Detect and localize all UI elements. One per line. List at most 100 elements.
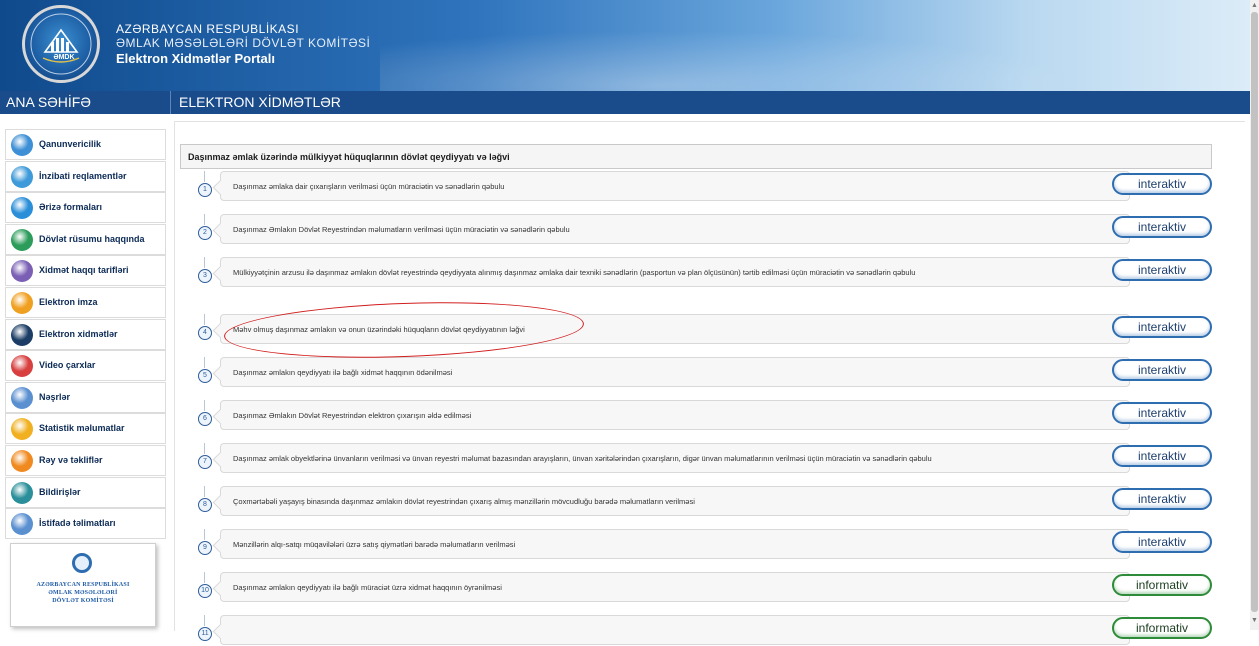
sidebar-item[interactable]: Nəşrlər: [5, 382, 166, 413]
service-row: 4 Məhv olmuş daşınmaz əmlakın və onun üzə…: [190, 314, 1220, 345]
header-title-line1: AZƏRBAYCAN RESPUBLİKASI: [116, 22, 300, 36]
sidebar-item-label: Nəşrlər: [39, 392, 71, 402]
informativ-button[interactable]: informativ: [1112, 574, 1212, 596]
service-row: 5 Daşınmaz əmlakın qeydiyyatı ilə bağlı x…: [190, 357, 1220, 388]
service-row: 9 Mənzillərin alqı-satqı müqavilələri üzr…: [190, 529, 1220, 560]
interaktiv-button[interactable]: interaktiv: [1112, 531, 1212, 553]
service-title: Daşınmaz Əmlakın Dövlət Reyestrindən ele…: [233, 411, 472, 420]
service-row: 3 Mülkiyyətçinin arzusu ilə daşınmaz əmla…: [190, 257, 1220, 288]
sidebar-item[interactable]: Elektron imza: [5, 287, 166, 318]
page-scrollbar[interactable]: ▲ ▼: [1250, 0, 1259, 630]
service-title: Daşınmaz əmlak obyektlərinə ünvanların v…: [233, 454, 932, 463]
services-icon: [11, 324, 33, 346]
service-title: Mülkiyyətçinin arzusu ilə daşınmaz əmlak…: [233, 268, 916, 277]
sidebar-item-label: İnzibati reqlamentlər: [39, 171, 127, 181]
scrollbar-thumb[interactable]: [1251, 12, 1258, 612]
nav-divider: [170, 91, 171, 114]
service-title: Daşınmaz əmlakın qeydiyyatı ilə bağlı mü…: [233, 583, 502, 592]
sidebar-logo-text: ƏMLAK MƏSƏLƏLƏRİ: [48, 590, 118, 596]
committee-emblem-icon: [72, 553, 92, 573]
nav-home-link[interactable]: ANA SƏHİFƏ: [6, 94, 91, 110]
interaktiv-button[interactable]: interaktiv: [1112, 359, 1212, 381]
service-link[interactable]: Daşınmaz Əmlakın Dövlət Reyestrindən məl…: [220, 214, 1130, 244]
number-connector: [204, 400, 205, 411]
sidebar-item-label: Bildirişlər: [39, 487, 81, 497]
sidebar-item[interactable]: Qanunvericilik: [5, 129, 166, 160]
service-number-badge: 6: [198, 412, 212, 426]
sidebar-item-label: Xidmət haqqı tarifləri: [39, 265, 129, 275]
service-title: Çoxmərtəbəli yaşayış binasında daşınmaz …: [233, 497, 695, 506]
interaktiv-button[interactable]: interaktiv: [1112, 216, 1212, 238]
service-link[interactable]: [220, 615, 1130, 645]
service-link[interactable]: Daşınmaz əmlakın qeydiyyatı ilə bağlı mü…: [220, 572, 1130, 602]
number-connector: [204, 171, 205, 182]
feedback-icon: [11, 450, 33, 472]
scroll-down-arrow-icon[interactable]: ▼: [1251, 617, 1258, 624]
sidebar-item[interactable]: Elektron xidmətlər: [5, 319, 166, 350]
section-title: Daşınmaz əmlak üzərində mülkiyyət hüquql…: [188, 152, 510, 162]
sidebar-logo-text: AZƏRBAYCAN RESPUBLİKASI: [36, 582, 130, 588]
interaktiv-button[interactable]: interaktiv: [1112, 173, 1212, 195]
sidebar-item[interactable]: Rəy və təkliflər: [5, 445, 166, 476]
service-link[interactable]: Daşınmaz əmlakın qeydiyyatı ilə bağlı xi…: [220, 357, 1130, 387]
manual-icon: [11, 513, 33, 535]
service-row: 6 Daşınmaz Əmlakın Dövlət Reyestrindən el…: [190, 400, 1220, 431]
service-title: Məhv olmuş daşınmaz əmlakın və onun üzər…: [233, 325, 525, 334]
sidebar-item[interactable]: Bildirişlər: [5, 477, 166, 508]
sidebar-item[interactable]: Xidmət haqqı tarifləri: [5, 255, 166, 286]
settings-icon: [11, 166, 33, 188]
service-link[interactable]: Çoxmərtəbəli yaşayış binasında daşınmaz …: [220, 486, 1130, 516]
service-row: 11 informativ: [190, 615, 1220, 646]
sidebar-item[interactable]: İnzibati reqlamentlər: [5, 161, 166, 192]
service-number-badge: 7: [198, 455, 212, 469]
sidebar-item-label: Rəy və təkliflər: [39, 455, 103, 465]
service-title: Daşınmaz Əmlakın Dövlət Reyestrindən məl…: [233, 225, 570, 234]
service-link[interactable]: Mənzillərin alqı-satqı müqavilələri üzrə…: [220, 529, 1130, 559]
header-title-line2: ƏMLAK MƏSƏLƏLƏRİ DÖVLƏT KOMİTƏSİ: [116, 36, 371, 50]
interaktiv-button[interactable]: interaktiv: [1112, 488, 1212, 510]
sidebar-item[interactable]: Statistik məlumatlar: [5, 413, 166, 444]
statistics-icon: [11, 418, 33, 440]
service-row: 1 Daşınmaz əmlaka dair çıxarışların veril…: [190, 171, 1220, 202]
service-link[interactable]: Daşınmaz əmlak obyektlərinə ünvanların v…: [220, 443, 1130, 473]
video-icon: [11, 355, 33, 377]
interaktiv-button[interactable]: interaktiv: [1112, 316, 1212, 338]
number-connector: [204, 257, 205, 268]
service-link[interactable]: Məhv olmuş daşınmaz əmlakın və onun üzər…: [220, 314, 1130, 344]
service-row: 8 Çoxmərtəbəli yaşayış binasında daşınmaz…: [190, 486, 1220, 517]
sidebar-item[interactable]: Dövlət rüsumu haqqında: [5, 224, 166, 255]
section-header: Daşınmaz əmlak üzərində mülkiyyət hüquql…: [180, 144, 1212, 169]
sidebar-item-label: Qanunvericilik: [39, 139, 102, 149]
interaktiv-button[interactable]: interaktiv: [1112, 445, 1212, 467]
emblem-logo[interactable]: ƏMDK: [22, 5, 100, 83]
sidebar-item[interactable]: Ərizə formaları: [5, 192, 166, 223]
service-number-badge: 5: [198, 369, 212, 383]
number-connector: [204, 314, 205, 325]
scroll-up-arrow-icon[interactable]: ▲: [1251, 2, 1258, 9]
service-title: Mənzillərin alqı-satqı müqavilələri üzrə…: [233, 540, 516, 549]
sidebar-item-label: Statistik məlumatlar: [39, 423, 125, 433]
service-number-badge: 10: [198, 584, 212, 598]
service-number-badge: 8: [198, 498, 212, 512]
sidebar-item[interactable]: Video çarxlar: [5, 350, 166, 381]
emblem-text: ƏMDK: [53, 54, 75, 61]
interaktiv-button[interactable]: interaktiv: [1112, 259, 1212, 281]
law-icon: [11, 134, 33, 156]
service-number-badge: 2: [198, 226, 212, 240]
number-connector: [204, 529, 205, 540]
sidebar-item[interactable]: İstifadə təlimatları: [5, 508, 166, 539]
form-icon: [11, 197, 33, 219]
header-background-graphic: [380, 30, 1080, 91]
service-link[interactable]: Daşınmaz əmlaka dair çıxarışların verilm…: [220, 171, 1130, 201]
sidebar-committee-logo[interactable]: AZƏRBAYCAN RESPUBLİKASI ƏMLAK MƏSƏLƏLƏRİ D…: [10, 543, 156, 627]
number-connector: [204, 443, 205, 454]
sidebar-item-label: Elektron xidmətlər: [39, 329, 118, 339]
service-link[interactable]: Mülkiyyətçinin arzusu ilə daşınmaz əmlak…: [220, 257, 1130, 287]
site-header: ƏMDK AZƏRBAYCAN RESPUBLİKASI ƏMLAK MƏSƏL…: [0, 0, 1250, 91]
notifications-icon: [11, 482, 33, 504]
service-link[interactable]: Daşınmaz Əmlakın Dövlət Reyestrindən ele…: [220, 400, 1130, 430]
informativ-button[interactable]: informativ: [1112, 617, 1212, 639]
service-title: Daşınmaz əmlakın qeydiyyatı ilə bağlı xi…: [233, 368, 453, 377]
interaktiv-button[interactable]: interaktiv: [1112, 402, 1212, 424]
service-number-badge: 4: [198, 326, 212, 340]
